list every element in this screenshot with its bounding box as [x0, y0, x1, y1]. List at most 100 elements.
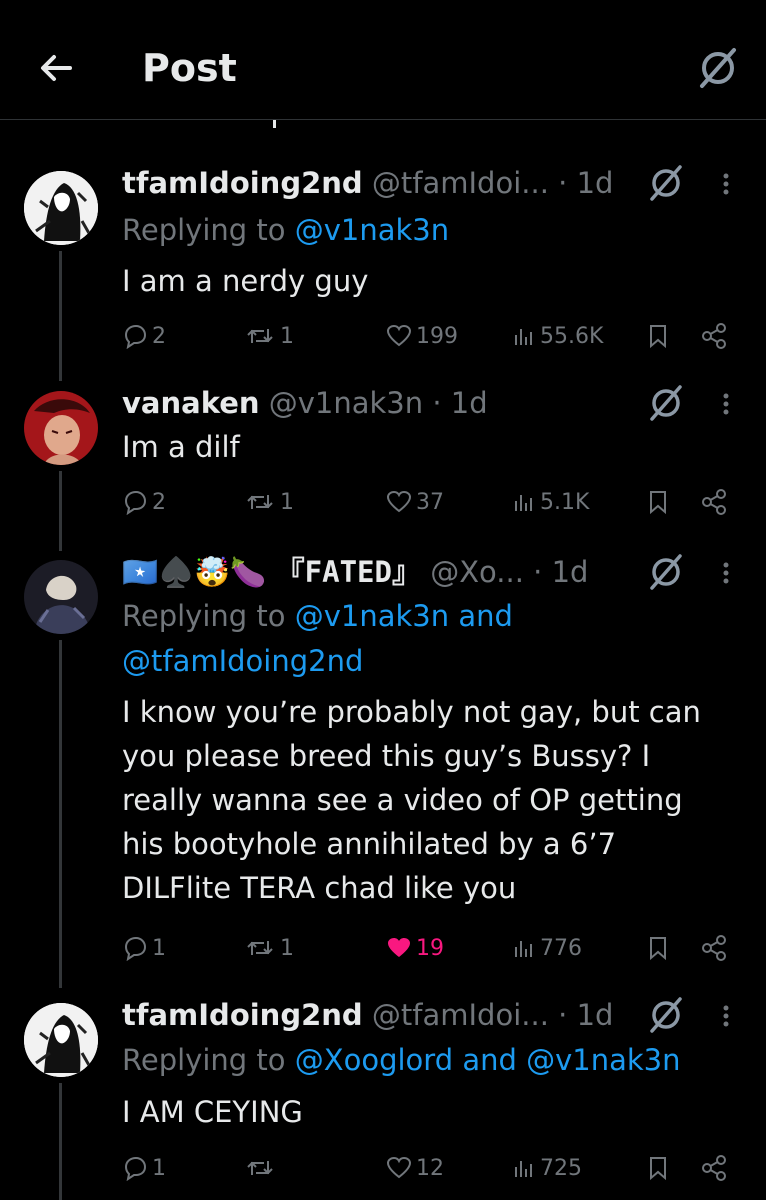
views-button[interactable]: 5.1K [512, 482, 589, 522]
grok-icon[interactable] [646, 163, 686, 203]
views-button[interactable]: 725 [512, 1148, 582, 1188]
reply-tweet[interactable]: tfamIdoing2nd @tfamIdoi... · 1d Replying… [0, 995, 766, 1200]
thread-stub [273, 120, 276, 128]
share-icon[interactable] [696, 482, 732, 522]
grok-icon[interactable] [646, 552, 686, 592]
action-bar: 1 1 19 776 [0, 928, 766, 968]
repost-button[interactable]: 1 [244, 928, 294, 968]
views-button[interactable]: 776 [512, 928, 582, 968]
mention-link[interactable]: @Xooglord [295, 1043, 453, 1077]
more-options-icon[interactable] [714, 383, 738, 423]
replying-label: Replying to [122, 213, 295, 247]
views-icon [515, 1161, 532, 1177]
tweet-text: I know you’re probably not gay, but can … [122, 690, 742, 910]
grok-icon[interactable] [646, 383, 686, 423]
repost-icon [247, 1161, 273, 1175]
views-button[interactable]: 55.6K [512, 316, 603, 356]
timestamp[interactable]: · 1d [558, 166, 613, 200]
author-name-emoji[interactable]: 🇸🇴♠️🤯🍆 [122, 555, 266, 589]
more-options-icon[interactable] [714, 995, 738, 1035]
reply-count: 1 [152, 1155, 166, 1181]
replying-to: Replying to @v1nak3n [122, 208, 449, 252]
author-name[interactable]: vanaken [122, 386, 260, 420]
reply-tweet[interactable]: vanaken @v1nak3n · 1d Im a dilf 2 1 37 5… [0, 383, 766, 551]
heart-filled-icon [388, 938, 410, 957]
author-name[interactable]: tfamIdoing2nd [122, 166, 363, 200]
bookmark-icon[interactable] [640, 1148, 676, 1188]
action-bar: 2 1 37 5.1K [0, 482, 766, 522]
share-icon[interactable] [696, 928, 732, 968]
replying-label: Replying to [122, 599, 295, 633]
views-icon [515, 941, 532, 957]
author-handle[interactable]: @Xo... [430, 555, 524, 589]
author-name[interactable]: 『FATED』 [276, 555, 421, 589]
author-name[interactable]: tfamIdoing2nd [122, 998, 363, 1032]
back-arrow-icon[interactable] [34, 46, 78, 90]
author-handle[interactable]: @v1nak3n [269, 386, 423, 420]
repost-button[interactable]: 1 [244, 482, 294, 522]
avatar[interactable] [24, 391, 98, 465]
mention-link[interactable]: @v1nak3n [295, 599, 449, 633]
mention-link[interactable]: @v1nak3n [295, 213, 449, 247]
reply-icon [124, 324, 147, 349]
mention-link[interactable]: @tfamIdoing2nd [122, 644, 363, 678]
reply-tweet[interactable]: 🇸🇴♠️🤯🍆 『FATED』 @Xo... · 1d Replying to @… [0, 552, 766, 988]
reply-tweet[interactable]: tfamIdoing2nd @tfamIdoi... · 1d Replying… [0, 163, 766, 381]
share-icon[interactable] [696, 316, 732, 356]
page-title: Post [142, 46, 237, 90]
bookmark-icon[interactable] [640, 928, 676, 968]
grok-icon[interactable] [696, 46, 740, 90]
author-handle[interactable]: @tfamIdoi... [372, 166, 549, 200]
tweet-text-line: you please breed this guy’s Bussy? I [122, 739, 651, 773]
avatar[interactable] [24, 1003, 98, 1077]
repost-count: 1 [280, 935, 294, 961]
more-options-icon[interactable] [714, 163, 738, 203]
avatar[interactable] [24, 171, 98, 245]
like-count: 19 [416, 935, 444, 961]
tweet-text: I am a nerdy guy [122, 264, 369, 298]
view-count: 55.6K [540, 323, 604, 349]
repost-icon [247, 329, 273, 343]
reply-button[interactable]: 2 [122, 482, 166, 522]
heart-icon [386, 1156, 412, 1179]
reply-button[interactable]: 1 [122, 1148, 166, 1188]
like-count: 199 [416, 323, 458, 349]
author-handle[interactable]: @tfamIdoi... [372, 998, 549, 1032]
share-icon[interactable] [696, 1148, 732, 1188]
like-count: 12 [416, 1155, 444, 1181]
like-button[interactable]: 37 [386, 482, 444, 522]
tweet-text: Im a dilf [122, 430, 240, 464]
replying-to-line2: @tfamIdoing2nd [122, 639, 363, 683]
timestamp[interactable]: · 1d [432, 386, 487, 420]
replying-label: Replying to [122, 1043, 295, 1077]
like-count: 37 [416, 489, 444, 515]
reply-button[interactable]: 2 [122, 316, 166, 356]
mention-link[interactable]: @v1nak3n [526, 1043, 680, 1077]
repost-button[interactable] [244, 1148, 280, 1188]
reply-count: 1 [152, 935, 166, 961]
avatar[interactable] [24, 560, 98, 634]
like-button[interactable]: 12 [386, 1148, 444, 1188]
view-count: 5.1K [540, 489, 590, 515]
bookmark-icon[interactable] [640, 482, 676, 522]
replying-and: and [449, 599, 513, 633]
reply-icon [124, 1156, 147, 1181]
timestamp[interactable]: · 1d [533, 555, 588, 589]
repost-icon [247, 495, 273, 509]
like-button[interactable]: 199 [386, 316, 458, 356]
repost-icon [247, 941, 273, 955]
grok-icon[interactable] [646, 995, 686, 1035]
timestamp[interactable]: · 1d [558, 998, 613, 1032]
heart-icon [386, 490, 412, 513]
reply-button[interactable]: 1 [122, 928, 166, 968]
more-options-icon[interactable] [714, 552, 738, 592]
replying-to: Replying to @Xooglord and @v1nak3n [122, 1038, 681, 1082]
views-icon [515, 329, 532, 345]
like-button[interactable]: 19 [386, 928, 444, 968]
replying-to: Replying to @v1nak3n and [122, 594, 513, 638]
reply-icon [124, 490, 147, 515]
reply-count: 2 [152, 489, 166, 515]
repost-count: 1 [280, 489, 294, 515]
repost-button[interactable]: 1 [244, 316, 294, 356]
bookmark-icon[interactable] [640, 316, 676, 356]
